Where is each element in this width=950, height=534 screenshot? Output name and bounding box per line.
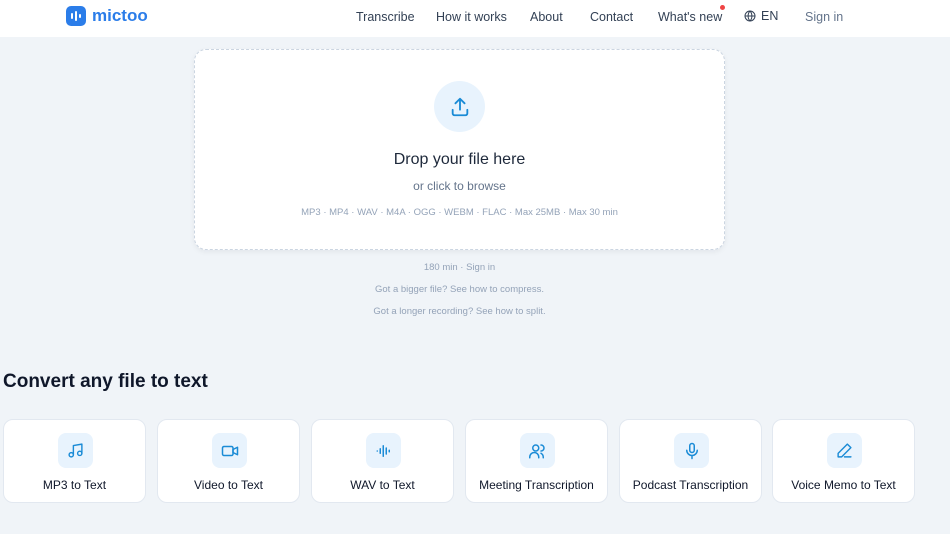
file-drop-zone[interactable]: Drop your file here or click to browse M… xyxy=(194,49,725,250)
audio-wave-icon xyxy=(366,433,401,468)
nav-about[interactable]: About xyxy=(530,10,563,24)
sign-in-link[interactable]: Sign in xyxy=(805,10,843,24)
language-selector[interactable]: EN xyxy=(744,9,778,23)
microphone-icon xyxy=(674,433,709,468)
supported-formats: MP3 · MP4 · WAV · M4A · OGG · WEBM · FLA… xyxy=(301,207,618,218)
card-label: MP3 to Text xyxy=(42,478,107,492)
nav-contact[interactable]: Contact xyxy=(590,10,633,24)
limit-signin-text[interactable]: 180 min · Sign in xyxy=(194,262,725,273)
split-help-link[interactable]: Got a longer recording? See how to split… xyxy=(194,306,725,317)
card-podcast-transcription[interactable]: Podcast Transcription xyxy=(619,419,762,503)
card-wav-to-text[interactable]: WAV to Text xyxy=(311,419,454,503)
upload-icon xyxy=(434,81,485,132)
card-mp3-to-text[interactable]: MP3 to Text xyxy=(3,419,146,503)
nav-how-it-works[interactable]: How it works xyxy=(436,10,507,24)
card-label: Podcast Transcription xyxy=(632,478,749,492)
card-label: Meeting Transcription xyxy=(479,478,594,492)
pen-icon xyxy=(827,433,862,468)
drop-zone-title: Drop your file here xyxy=(393,151,526,168)
card-label: WAV to Text xyxy=(350,478,415,492)
card-label: Voice Memo to Text xyxy=(791,478,896,492)
top-nav-bar: mictoo Transcribe How it works About Con… xyxy=(0,0,950,37)
card-label: Video to Text xyxy=(194,478,263,492)
compress-help-link[interactable]: Got a bigger file? See how to compress. xyxy=(194,284,725,295)
card-meeting-transcription[interactable]: Meeting Transcription xyxy=(465,419,608,503)
users-icon xyxy=(520,433,555,468)
drop-zone-subtitle: or click to browse xyxy=(413,179,506,193)
nav-whats-new[interactable]: What's new xyxy=(658,10,722,24)
notification-dot xyxy=(720,5,725,10)
language-label: EN xyxy=(761,9,779,23)
video-camera-icon xyxy=(212,433,247,468)
globe-icon xyxy=(744,10,756,22)
logo[interactable]: mictoo xyxy=(66,6,148,26)
music-note-icon xyxy=(58,433,93,468)
nav-transcribe[interactable]: Transcribe xyxy=(356,10,415,24)
card-voice-memo-to-text[interactable]: Voice Memo to Text xyxy=(772,419,915,503)
logo-text: mictoo xyxy=(92,6,148,25)
section-title: Convert any file to text xyxy=(3,371,208,392)
card-video-to-text[interactable]: Video to Text xyxy=(157,419,300,503)
logo-waveform-icon xyxy=(66,6,86,26)
